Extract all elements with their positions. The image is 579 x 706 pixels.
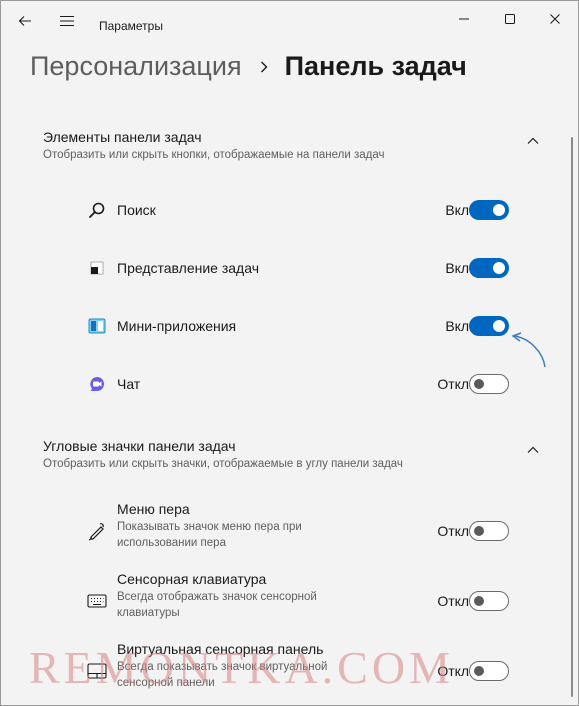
- setting-text: Сенсорная клавиатура Всегда отображать з…: [117, 571, 347, 621]
- section-subtitle: Отобразить или скрыть значки, отображаем…: [43, 458, 403, 470]
- setting-label: Чат: [117, 376, 141, 392]
- page-title: Панель задач: [284, 51, 467, 81]
- chevron-right-icon: [259, 60, 269, 74]
- keyboard-icon: [87, 591, 107, 611]
- task-view-toggle[interactable]: [469, 258, 509, 278]
- setting-row-widgets: Мини-приложения Вкл.: [29, 297, 553, 355]
- settings-window: Параметры Персонализация Панель задач Эл…: [0, 0, 579, 706]
- toggle-state-text: Откл.: [437, 376, 473, 392]
- setting-row-chat: Чат Откл.: [29, 355, 553, 413]
- setting-row-pen-menu: Меню пера Показывать значок меню пера пр…: [29, 496, 553, 566]
- section-header[interactable]: Угловые значки панели задач Отобразить и…: [29, 438, 553, 490]
- maximize-button[interactable]: [487, 1, 533, 37]
- virtual-touchpad-toggle[interactable]: [469, 661, 509, 681]
- section-subtitle: Отобразить или скрыть кнопки, отображаем…: [43, 149, 385, 161]
- section-header[interactable]: Элементы панели задач Отобразить или скр…: [29, 129, 553, 181]
- toggle-state-text: Откл.: [437, 523, 473, 539]
- setting-text: Меню пера Показывать значок меню пера пр…: [117, 501, 347, 551]
- chat-toggle[interactable]: [469, 374, 509, 394]
- title-bar: Параметры: [1, 1, 578, 41]
- setting-label: Мини-приложения: [117, 318, 237, 334]
- minimize-button[interactable]: [441, 1, 487, 37]
- section-title: Угловые значки панели задач: [43, 438, 236, 454]
- chevron-up-icon[interactable]: [525, 133, 541, 149]
- widgets-icon: [87, 316, 107, 336]
- setting-label: Поиск: [117, 202, 156, 218]
- window-title: Параметры: [99, 19, 163, 33]
- setting-label: Виртуальная сенсорная панель: [117, 641, 324, 657]
- setting-label: Представление задач: [117, 260, 259, 276]
- pen-menu-toggle[interactable]: [469, 521, 509, 541]
- setting-description: Показывать значок меню пера при использо…: [117, 521, 302, 549]
- setting-description: Всегда показывать значок виртуальной сен…: [117, 661, 328, 689]
- hamburger-menu-icon: [60, 15, 74, 27]
- chat-icon: [87, 374, 107, 394]
- scrollbar[interactable]: [571, 137, 573, 697]
- breadcrumb-parent-link[interactable]: Персонализация: [30, 51, 242, 82]
- back-button[interactable]: [9, 7, 41, 35]
- breadcrumb: Персонализация Панель задач: [30, 51, 467, 82]
- close-button[interactable]: [532, 1, 578, 37]
- setting-label: Сенсорная клавиатура: [117, 571, 267, 587]
- maximize-icon: [505, 14, 515, 24]
- section-taskbar-items: Элементы панели задач Отобразить или скр…: [29, 129, 553, 413]
- pen-icon: [87, 521, 107, 541]
- setting-row-virtual-touchpad: Виртуальная сенсорная панель Всегда пока…: [29, 636, 553, 706]
- section-taskbar-corner-icons: Угловые значки панели задач Отобразить и…: [29, 438, 553, 706]
- annotation-arrow-icon: [511, 332, 546, 368]
- task-view-icon: [87, 258, 107, 278]
- search-toggle[interactable]: [469, 200, 509, 220]
- setting-description: Всегда отображать значок сенсорной клави…: [117, 591, 317, 619]
- setting-row-task-view: Представление задач Вкл.: [29, 239, 553, 297]
- toggle-state-text: Откл.: [437, 663, 473, 679]
- toggle-state-text: Откл.: [437, 593, 473, 609]
- search-icon: [87, 200, 107, 220]
- setting-row-touch-keyboard: Сенсорная клавиатура Всегда отображать з…: [29, 566, 553, 636]
- widgets-toggle[interactable]: [469, 316, 509, 336]
- menu-button[interactable]: [51, 7, 83, 35]
- close-icon: [550, 14, 560, 24]
- section-title: Элементы панели задач: [43, 129, 202, 145]
- setting-row-search: Поиск Вкл.: [29, 181, 553, 239]
- setting-label: Меню пера: [117, 501, 190, 517]
- chevron-up-icon[interactable]: [525, 442, 541, 458]
- arrow-left-icon: [18, 16, 31, 26]
- minimize-icon: [459, 18, 469, 20]
- touch-keyboard-toggle[interactable]: [469, 591, 509, 611]
- setting-text: Виртуальная сенсорная панель Всегда пока…: [117, 641, 347, 691]
- touchpad-icon: [87, 661, 107, 681]
